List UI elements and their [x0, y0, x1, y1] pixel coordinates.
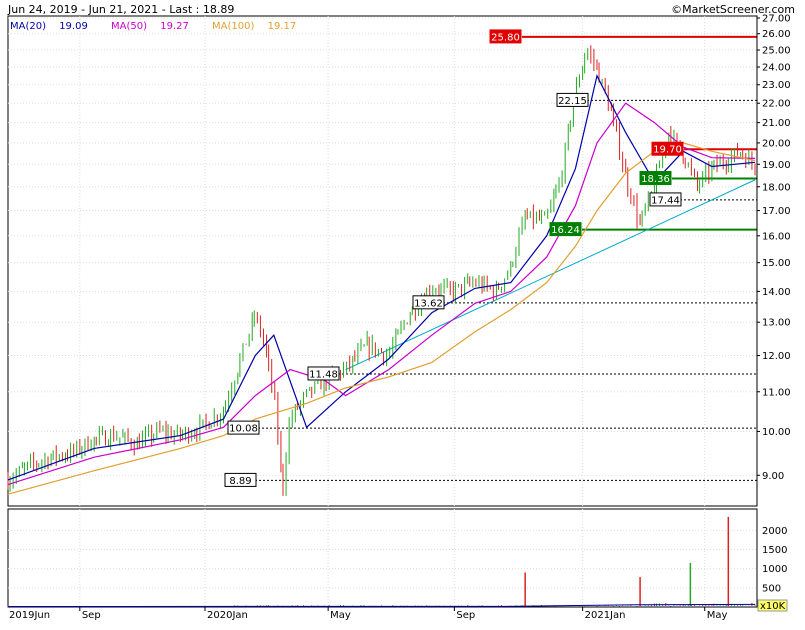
price-tick-label: 26.00: [762, 29, 791, 40]
volume-unit-label: x10K: [760, 601, 786, 612]
level-label: 11.48: [309, 369, 338, 380]
time-tick-label: 2021Jan: [585, 610, 626, 621]
level-label: 8.89: [229, 476, 251, 487]
volume-panel-frame: [7, 508, 758, 608]
price-tick-label: 19.00: [762, 160, 791, 171]
level-label: 25.80: [491, 32, 520, 43]
level-label: 13.62: [414, 298, 443, 309]
legend-ma50: MA(50) 19.27: [111, 21, 189, 32]
legend-ma20: MA(20) 19.09: [10, 21, 88, 32]
level-label: 19.70: [653, 145, 682, 156]
volume-tick-label: 1000: [762, 564, 787, 575]
ma-legend: MA(20) 19.09 MA(50) 19.27 MA(100) 19.17: [10, 21, 316, 32]
chart-grid: [7, 15, 758, 608]
price-tick-label: 16.00: [762, 231, 791, 242]
level-label: 16.24: [551, 225, 580, 236]
price-tick-label: 9.00: [762, 471, 784, 482]
price-panel-frame: [7, 15, 758, 507]
volume-tick-label: 1500: [762, 545, 787, 556]
stock-chart: 25.80 22.15 19.70 18.36 17.44 16.24 13.62 11.48…: [7, 14, 791, 621]
time-tick-label: 2020Jan: [207, 610, 248, 621]
time-tick-label: May: [707, 610, 728, 621]
price-tick-label: 23.00: [762, 80, 791, 91]
time-tick-label: 2019Jun: [9, 610, 50, 621]
price-tick-label: 21.00: [762, 118, 791, 129]
price-tick-label: 11.00: [762, 387, 791, 398]
date-range-title: Jun 24, 2019 - Jun 21, 2021 - Last : 18.…: [8, 3, 235, 16]
price-tick-label: 18.00: [762, 182, 791, 193]
level-label: 18.36: [641, 174, 670, 185]
price-tick-label: 20.00: [762, 138, 791, 149]
price-tick-label: 24.00: [762, 63, 791, 74]
time-tick-label: Sep: [82, 610, 101, 621]
volume-tick-label: 500: [762, 583, 781, 594]
copyright-link[interactable]: ©MarketScreener.com: [671, 3, 795, 16]
price-tick-label: 25.00: [762, 46, 791, 57]
price-tick-label: 10.00: [762, 427, 791, 438]
level-label: 10.08: [229, 424, 258, 435]
level-label: 17.44: [651, 195, 680, 206]
price-tick-label: 22.00: [762, 99, 791, 110]
level-label: 22.15: [558, 96, 587, 107]
price-tick-label: 13.00: [762, 318, 791, 329]
time-tick-label: Sep: [456, 610, 475, 621]
price-tick-label: 15.00: [762, 258, 791, 269]
price-tick-label: 14.00: [762, 287, 791, 298]
price-tick-label: 17.00: [762, 206, 791, 217]
volume-tick-label: 2000: [762, 526, 787, 537]
time-tick-label: May: [330, 610, 351, 621]
price-tick-label: 12.00: [762, 351, 791, 362]
legend-ma100: MA(100) 19.17: [212, 21, 297, 32]
